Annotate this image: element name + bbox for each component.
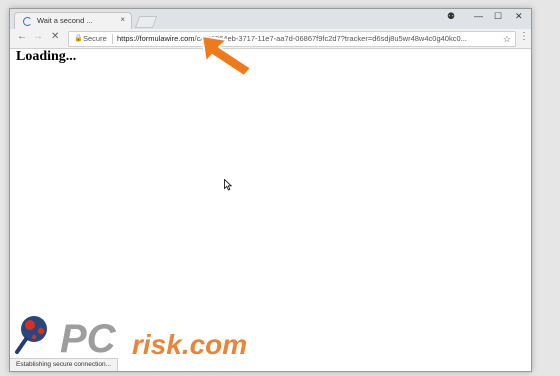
- address-bar[interactable]: 🔒 Secure https://formulawire.com/c/17996…: [68, 31, 516, 47]
- close-window-button[interactable]: ✕: [515, 11, 523, 22]
- screenshot-background: Wait a second ... × ⚉ — ☐ ✕ ← → ✕ 🔒 Secu…: [0, 0, 560, 376]
- tab-strip: Wait a second ... × ⚉ — ☐ ✕: [10, 9, 531, 29]
- loading-heading: Loading...: [16, 49, 77, 64]
- browser-tab[interactable]: Wait a second ... ×: [14, 12, 132, 29]
- account-icon[interactable]: ⚉: [447, 11, 455, 22]
- loading-spinner-icon: [23, 17, 32, 26]
- mouse-cursor-icon: [224, 179, 232, 191]
- url-host: https://formulawire.com: [117, 34, 195, 43]
- omnibox-divider: [112, 34, 113, 44]
- svg-text:PC: PC: [60, 317, 117, 361]
- arrow-pointer-icon: [201, 35, 252, 77]
- tab-close-icon[interactable]: ×: [120, 15, 125, 24]
- bookmark-star-icon[interactable]: ☆: [503, 32, 511, 46]
- pcrisk-logo: PC risk.com: [15, 316, 247, 361]
- magnifier-icon: [15, 316, 47, 354]
- forward-button[interactable]: →: [33, 31, 43, 42]
- url-text[interactable]: https://formulawire.com/c/179964eb-3717-…: [117, 32, 502, 46]
- maximize-button[interactable]: ☐: [494, 11, 502, 22]
- tab-title: Wait a second ...: [37, 16, 93, 25]
- minimize-button[interactable]: —: [474, 11, 483, 21]
- back-button[interactable]: ←: [17, 31, 27, 42]
- lock-icon: 🔒: [74, 35, 83, 42]
- svg-text:risk.com: risk.com: [132, 329, 247, 360]
- browser-menu-icon[interactable]: ⋮: [519, 31, 529, 42]
- stop-button[interactable]: ✕: [51, 31, 59, 42]
- browser-toolbar: ← → ✕ 🔒 Secure https://formulawire.com/c…: [10, 29, 531, 49]
- security-label[interactable]: Secure: [83, 32, 107, 46]
- new-tab-button[interactable]: [134, 16, 158, 28]
